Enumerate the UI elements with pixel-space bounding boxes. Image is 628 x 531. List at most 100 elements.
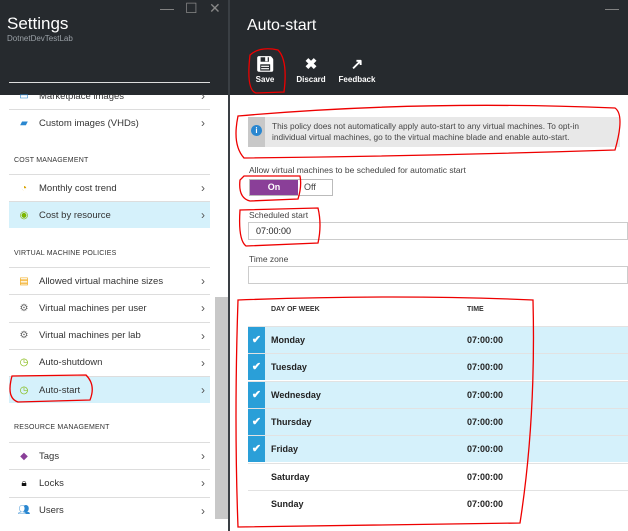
chevron-right-icon: › [201,355,205,370]
day-name: Wednesday [271,389,321,400]
sidebar-item-label: Virtual machines per lab [39,330,141,342]
chevron-right-icon: › [201,301,205,316]
info-banner: i This policy does not automatically appl… [248,117,620,147]
sidebar-item-label: Auto-start [39,384,81,396]
sidebar-item[interactable]: ▭ Marketplace images › [9,82,210,109]
toggle-on[interactable]: On [250,180,298,195]
day-time[interactable]: 07:00:00 [467,362,503,372]
discard-button[interactable]: ✖ Discard [291,55,331,84]
chart-icon: ◔ [20,182,28,194]
day-row[interactable]: ✔ Wednesday 07:00:00 [248,380,628,408]
chevron-right-icon: › [201,116,205,131]
users-icon: 👥︎ [17,505,31,517]
scrollbar[interactable] [215,297,228,519]
sidebar-item[interactable]: ▤ Allowed virtual machine sizes › [9,267,210,294]
minimize-icon[interactable]: — [160,0,174,16]
checkmark-icon[interactable]: ✔ [248,354,265,381]
day-time[interactable]: 07:00:00 [467,472,503,482]
discard-label: Discard [296,75,326,84]
save-button[interactable]: 💾︎ Save [245,55,285,84]
day-row[interactable]: ✔ Thursday 07:00:00 [248,407,628,435]
day-row[interactable]: Sunday 07:00:00 [248,489,628,517]
day-time[interactable]: 07:00:00 [467,417,503,427]
scheduled-start-label: Scheduled start [249,210,309,220]
blade-divider [228,0,230,531]
sidebar-item[interactable]: 👥︎ Users › [9,496,210,524]
chevron-right-icon: › [201,89,205,103]
allow-label: Allow virtual machines to be scheduled f… [249,165,466,175]
sidebar-item[interactable]: ◷ Auto-shutdown › [9,348,210,376]
time-column-header: TIME [467,306,484,313]
checkmark-icon[interactable]: ✔ [248,327,265,353]
day-time[interactable]: 07:00:00 [467,390,503,400]
settings-title: Settings [7,14,69,33]
sidebar-item[interactable]: ▰ Custom images (VHDs) › [9,109,210,136]
sidebar-item[interactable]: ◉ Cost by resource › [9,201,210,229]
discard-icon: ✖ [304,56,318,73]
day-name: Saturday [271,471,310,482]
time-zone-label: Time zone [249,254,289,264]
feedback-icon: ↗ [350,56,364,73]
day-time[interactable]: 07:00:00 [467,335,503,345]
cost-icon: ◉ [19,209,29,221]
chevron-right-icon: › [201,328,205,343]
time-zone-select[interactable] [248,266,628,284]
day-name: Friday [271,444,299,455]
checkmark-icon[interactable]: ✔ [248,408,265,435]
chevron-right-icon: › [201,181,205,195]
clock-icon: ◷ [19,357,29,369]
toggle-off[interactable]: Off [298,180,316,195]
day-row[interactable]: ✔ Tuesday 07:00:00 [248,353,628,381]
marketplace-icon: ▭ [19,90,29,102]
sidebar-item-label: Virtual machines per user [39,302,147,314]
info-icon: i [251,125,262,136]
chevron-right-icon: › [201,208,205,223]
checkmark-icon[interactable]: ✔ [248,381,265,408]
sidebar-item[interactable]: 🔒︎ Locks › [9,469,210,496]
section-header: RESOURCE MANAGEMENT [14,424,110,431]
clock-icon: ◷ [19,384,29,396]
chevron-right-icon: › [201,449,205,463]
sidebar-item-label: Locks [39,477,64,489]
day-name: Tuesday [271,362,307,373]
save-label: Save [255,75,275,84]
close-icon[interactable]: ✕ [209,0,221,17]
sidebar-item-label: Users [39,505,64,517]
day-time[interactable]: 07:00:00 [467,499,503,509]
feedback-button[interactable]: ↗ Feedback [337,55,377,84]
sidebar-item[interactable]: ◷ Auto-start › [9,376,210,404]
sizes-icon: ▤ [19,275,29,287]
section-header: VIRTUAL MACHINE POLICIES [14,250,117,257]
autostart-toggle[interactable]: On Off [249,179,333,196]
day-row[interactable]: ✔ Friday 07:00:00 [248,435,628,463]
info-text: This policy does not automatically apply… [272,121,579,142]
day-name: Thursday [271,416,312,427]
chevron-right-icon: › [201,274,205,288]
chevron-right-icon: › [201,383,205,398]
scheduled-start-input[interactable]: 07:00:00 [248,222,628,240]
sidebar-item-label: Allowed virtual machine sizes [39,275,164,287]
minimize-blade-icon[interactable]: — [605,0,619,16]
maximize-icon[interactable]: ☐ [185,0,198,17]
sidebar-item[interactable]: ⚙ Virtual machines per lab › [9,321,210,349]
sidebar-item-label: Tags [39,450,60,462]
day-time[interactable]: 07:00:00 [467,444,503,454]
sidebar-item[interactable]: ⚙ Virtual machines per user › [9,294,210,321]
chevron-right-icon: › [201,503,205,518]
day-column-header: DAY OF WEEK [271,306,320,313]
tag-icon: ◆ [20,450,28,462]
sidebar-item-label: Monthly cost trend [39,182,117,194]
day-row[interactable]: Saturday 07:00:00 [248,462,628,490]
sidebar-item-label: Auto-shutdown [39,357,103,369]
checkmark-icon[interactable]: ✔ [248,436,265,463]
day-name: Sunday [271,498,304,509]
sidebar-item[interactable]: ◆ Tags › [9,442,210,469]
section-header: COST MANAGEMENT [14,157,89,164]
lab-name: DotnetDevTestLab [7,34,73,43]
blade-title: Auto-start [247,17,317,34]
chevron-right-icon: › [201,476,205,491]
day-row[interactable]: ✔ Monday 07:00:00 [248,326,628,353]
sidebar-item[interactable]: ◔ Monthly cost trend › [9,174,210,201]
lock-icon: 🔒︎ [21,477,27,489]
sidebar-item-label: Cost by resource [39,209,111,221]
